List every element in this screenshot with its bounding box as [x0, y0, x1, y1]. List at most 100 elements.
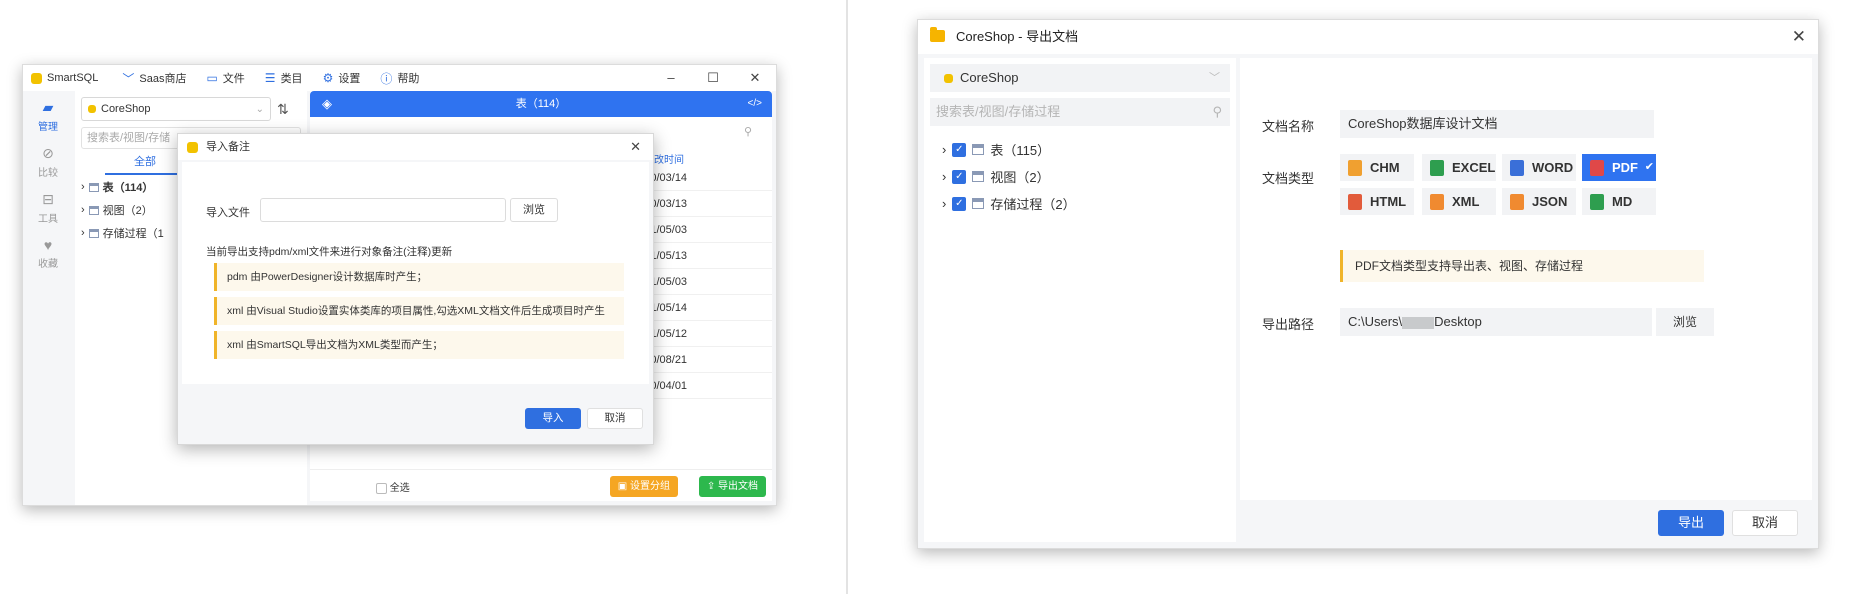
proc-icon [88, 228, 99, 238]
title-bar: CoreShop - 导出文档 ✕ [918, 20, 1818, 54]
object-tree-panel: CoreShop ﹀ 搜索表/视图/存储过程 ⚲ › ✓ 表（115） › ✓ 视图（2… [924, 58, 1236, 542]
redacted-username [1402, 316, 1435, 329]
dialog-title-bar: 导入备注 ✕ [178, 134, 653, 160]
book-icon: ▰ [42, 99, 54, 115]
tree-item-procs[interactable]: › 存储过程（1 [81, 225, 164, 241]
cancel-button[interactable]: 取消 [1732, 510, 1798, 536]
nav-manage[interactable]: ▰ 管理 [23, 99, 73, 133]
select-all-checkbox[interactable] [376, 482, 387, 494]
code-toggle[interactable]: </> [748, 91, 762, 117]
table-footer: 全选 ▣ 设置分组 ⇪ 导出文档 [310, 469, 772, 501]
nav-favorites[interactable]: ♥ 收藏 [23, 237, 73, 270]
doc-type-json[interactable]: JSON [1502, 188, 1576, 215]
cancel-button[interactable]: 取消 [587, 408, 643, 429]
maximize-icon[interactable]: ☐ [692, 65, 734, 91]
file-input[interactable] [260, 198, 506, 222]
refresh-icon[interactable]: ⇅ [277, 101, 289, 118]
search-input[interactable]: 搜索表/视图/存储过程 ⚲ [930, 98, 1230, 126]
doc-name-label: 文档名称 [1262, 119, 1315, 134]
folder-icon: ▭ [206, 71, 218, 85]
search-icon[interactable]: ⚲ [1212, 98, 1222, 126]
menu-saas[interactable]: ﹀ Saas商店 [122, 70, 186, 87]
doc-type-md[interactable]: MD [1582, 188, 1656, 215]
view-icon [972, 171, 985, 182]
window-controls: – ☐ ✕ [650, 65, 776, 91]
note-xml-smartsql: xml 由SmartSQL导出文档为XML类型而产生； [214, 331, 624, 359]
doc-name-input[interactable]: CoreShop数据库设计文档 [1340, 110, 1654, 138]
import-button[interactable]: 导入 [525, 408, 581, 429]
menu-category[interactable]: ☰ 类目 [265, 70, 303, 86]
export-button[interactable]: 导出 [1658, 510, 1724, 536]
tree-item-procs[interactable]: › ✓ 存储过程（2） [942, 194, 1076, 213]
note-xml-vs: xml 由Visual Studio设置实体类库的项目属性,勾选XML文档文件后… [214, 297, 624, 325]
table-icon [88, 182, 99, 192]
gear-icon: ⚙ [322, 71, 334, 85]
file-label: 导入文件 [206, 207, 250, 219]
export-doc-window: CoreShop - 导出文档 ✕ CoreShop ﹀ 搜索表/视图/存储过程… [917, 19, 1819, 549]
database-select[interactable]: CoreShop ⌄ [81, 97, 271, 121]
list-icon: ☰ [264, 71, 276, 85]
tree-item-tables[interactable]: › ✓ 表（115） [942, 140, 1050, 159]
close-icon[interactable]: ✕ [1792, 20, 1806, 54]
nav-tools[interactable]: ⊟ 工具 [23, 191, 73, 225]
excel-file-icon [1430, 160, 1444, 176]
menu-help[interactable]: ⓘ 帮助 [380, 70, 419, 87]
dialog-footer: 导出 取消 [1240, 500, 1812, 542]
database-icon [88, 105, 96, 113]
panel-divider [846, 0, 848, 594]
note-pdm: pdm 由PowerDesigner设计数据库时产生； [214, 263, 624, 291]
close-icon[interactable]: ✕ [630, 134, 641, 160]
tree-item-views[interactable]: › ✓ 视图（2） [942, 167, 1050, 186]
minimize-icon[interactable]: – [650, 65, 692, 91]
word-file-icon [1510, 160, 1524, 176]
json-file-icon [1510, 194, 1524, 210]
layers-icon: ◈ [322, 96, 332, 111]
view-icon [88, 205, 99, 215]
proc-icon [972, 198, 985, 209]
database-select[interactable]: CoreShop ﹀ [930, 64, 1230, 92]
nav-compare[interactable]: ⊘ 比较 [23, 145, 73, 179]
chevron-down-icon: ﹀ [122, 71, 135, 86]
heart-icon: ♥ [43, 237, 53, 253]
doc-type-xml[interactable]: XML [1422, 188, 1496, 215]
menu-file[interactable]: ▭ 文件 [206, 70, 244, 86]
export-path-input[interactable]: C:\Users\ Desktop [1340, 308, 1652, 336]
dialog-body: 导入文件 浏览 当前导出支持pdm/xml文件来进行对象备注(注释)更新 pdm… [182, 162, 649, 384]
doc-type-pdf[interactable]: PDF ✔ [1582, 154, 1656, 181]
selected-check-icon: ✔ [1644, 161, 1654, 173]
tree-item-tables[interactable]: › 表（114） [81, 179, 153, 195]
tab-all[interactable]: 全部 [105, 153, 185, 175]
chevron-right-icon: › [942, 196, 947, 211]
checkbox-checked-icon[interactable]: ✓ [952, 142, 967, 157]
checkbox-checked-icon[interactable]: ✓ [952, 169, 967, 184]
browse-button[interactable]: 浏览 [1656, 308, 1714, 336]
xml-file-icon [1430, 194, 1444, 210]
doc-type-excel[interactable]: EXCEL [1422, 154, 1496, 181]
doc-type-chm[interactable]: CHM [1340, 154, 1414, 181]
chevron-right-icon: › [942, 142, 947, 157]
doc-type-label: 文档类型 [1262, 171, 1315, 186]
doc-type-word[interactable]: WORD [1502, 154, 1576, 181]
side-nav: ▰ 管理 ⊘ 比较 ⊟ 工具 ♥ 收藏 [23, 91, 73, 505]
chevron-down-icon: ﹀ [1209, 72, 1220, 84]
set-group-button[interactable]: ▣ 设置分组 [609, 476, 678, 497]
md-file-icon [1590, 194, 1604, 210]
doc-type-html[interactable]: HTML [1340, 188, 1414, 215]
export-doc-button[interactable]: ⇪ 导出文档 [698, 476, 766, 497]
checkbox-checked-icon[interactable]: ✓ [952, 196, 967, 211]
pdf-file-icon [1590, 160, 1604, 176]
search-icon[interactable]: ⚲ [744, 125, 766, 143]
html-file-icon [1348, 194, 1362, 210]
menu-settings[interactable]: ⚙ 设置 [323, 70, 361, 86]
close-icon[interactable]: ✕ [734, 65, 776, 91]
tree-item-views[interactable]: › 视图（2） [81, 202, 153, 218]
browse-button[interactable]: 浏览 [510, 198, 558, 222]
chevron-right-icon: › [81, 181, 85, 193]
app-title: SmartSQL [31, 72, 98, 84]
chevron-right-icon: › [81, 227, 85, 239]
table-header-bar: ◈ 表（114） </> [310, 91, 772, 117]
title-bar: SmartSQL ﹀ Saas商店 ▭ 文件 ☰ 类目 ⚙ 设置 ⓘ 帮助 – ☐ ✕ [23, 65, 776, 91]
select-all[interactable]: 全选 [376, 479, 410, 494]
toolbox-icon: ⊟ [42, 191, 54, 207]
help-icon: ⓘ [380, 71, 393, 86]
